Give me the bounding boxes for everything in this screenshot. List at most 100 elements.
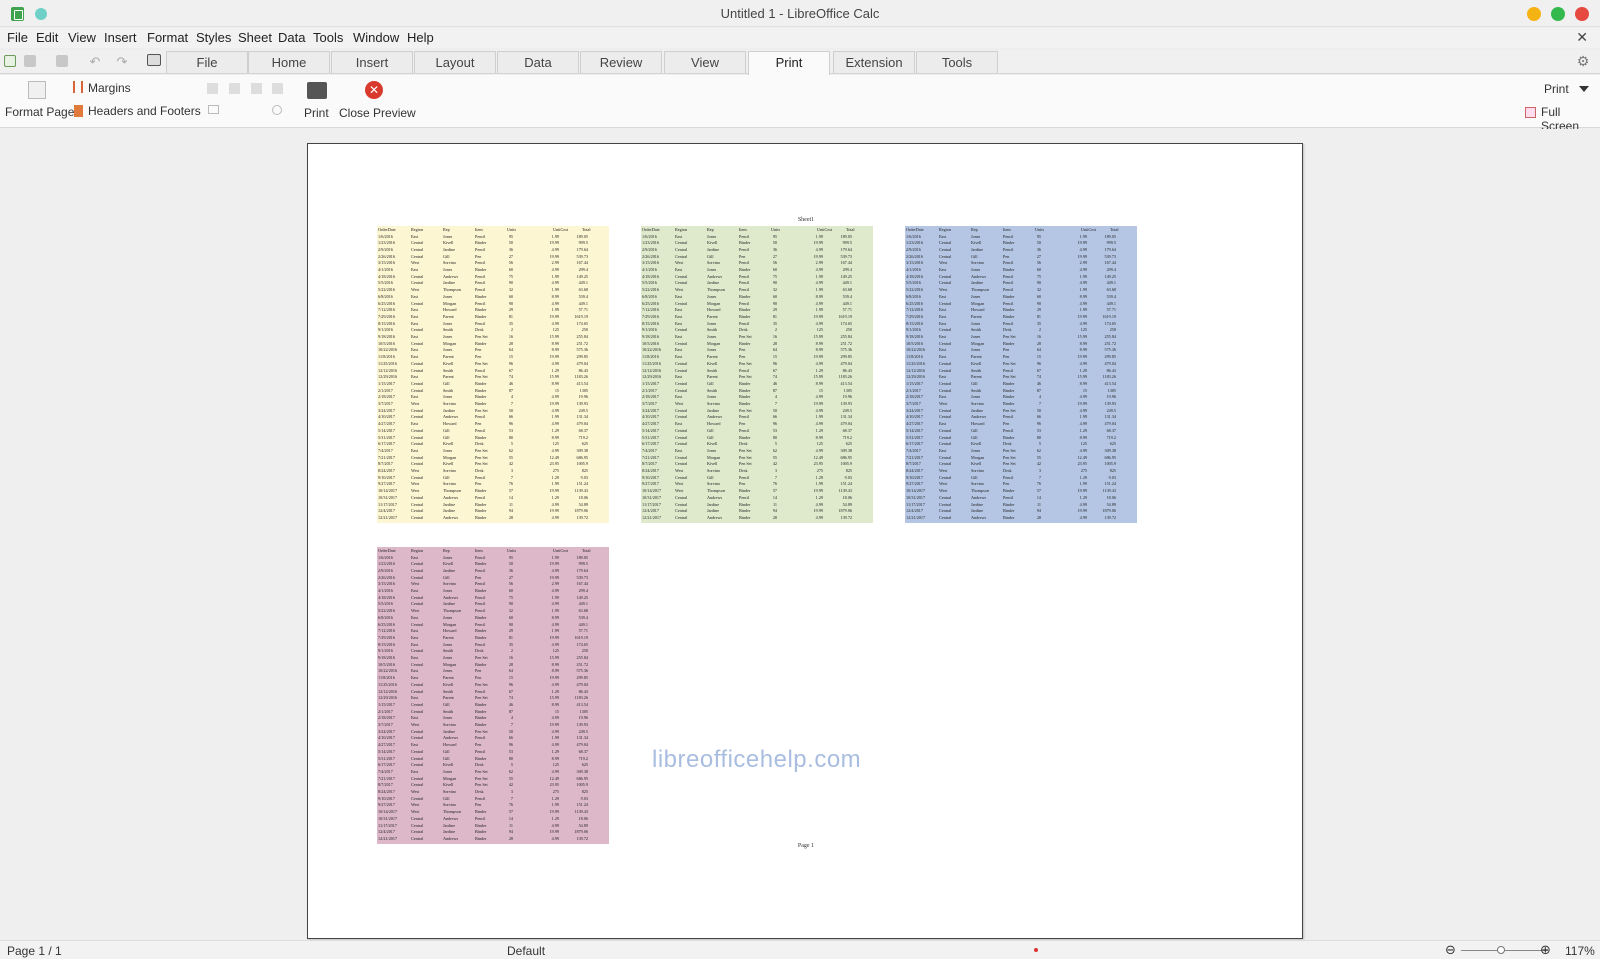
tab-tools[interactable]: Tools <box>916 51 998 73</box>
zoom-in-icon[interactable] <box>272 105 282 115</box>
close-preview-label[interactable]: Close Preview <box>339 106 416 120</box>
close-button[interactable] <box>1575 7 1589 21</box>
table-cell: 81 <box>772 313 777 319</box>
table-cell: Central <box>939 454 952 460</box>
menu-view[interactable]: View <box>68 30 96 45</box>
menu-sheet[interactable]: Sheet <box>238 30 272 45</box>
print-dropdown-label[interactable]: Print <box>1544 82 1569 96</box>
table-row: 10/31/2017 Central Andrews Pencil 14 1.29 18.0… <box>641 495 873 500</box>
table-cell: Jones <box>443 668 453 674</box>
table-cell: 4/27/2017 <box>378 421 395 427</box>
next-page-icon[interactable] <box>251 83 262 94</box>
zoom-out-icon[interactable] <box>208 105 219 114</box>
zoom-out-button[interactable]: ⊖ <box>1445 942 1456 958</box>
table-cell: Central <box>939 387 952 393</box>
menu-insert[interactable]: Insert <box>104 30 137 45</box>
table-cell: Parent <box>443 634 454 640</box>
table-cell: West <box>939 401 948 406</box>
printer-icon[interactable] <box>307 82 327 99</box>
tab-print[interactable]: Print <box>748 51 830 75</box>
table-cell: Binder <box>1003 240 1015 246</box>
table-cell: 50 <box>772 240 777 246</box>
first-page-icon[interactable] <box>207 83 218 94</box>
sidebar-toggle-icon[interactable] <box>4 55 16 67</box>
table-row: 5/31/2017 Central Gill Binder 80 8.99 719.2 <box>641 435 873 440</box>
format-page-label[interactable]: Format Page <box>5 105 74 119</box>
tab-insert[interactable]: Insert <box>331 51 413 73</box>
table-cell: 60 <box>508 267 513 272</box>
table-cell: 81 <box>508 634 513 640</box>
full-screen-icon[interactable] <box>1525 107 1536 118</box>
menu-edit[interactable]: Edit <box>36 30 58 45</box>
table-cell: 7/12/2016 <box>906 307 923 313</box>
table-row: 9/1/2016 Central Smith Desk 2 125 250 <box>377 327 609 332</box>
menu-help[interactable]: Help <box>407 30 434 45</box>
last-page-icon[interactable] <box>272 83 283 94</box>
zoom-in-button[interactable]: ⊕ <box>1540 942 1551 958</box>
menu-file[interactable]: File <box>7 30 28 45</box>
table-cell: 8/15/2016 <box>378 320 395 326</box>
table-cell: Central <box>939 474 952 480</box>
tab-file[interactable]: File <box>166 51 248 73</box>
maximize-button[interactable] <box>1551 7 1565 21</box>
menu-format[interactable]: Format <box>147 30 188 45</box>
tab-review[interactable]: Review <box>580 51 662 73</box>
table-cell: 6/25/2016 <box>906 300 923 306</box>
chevron-down-icon[interactable] <box>1579 86 1589 92</box>
settings-gear-icon[interactable]: ⚙ <box>1575 53 1591 69</box>
table-cell: Pencil <box>739 260 750 266</box>
page-indicator: Page 1 / 1 <box>7 944 62 958</box>
table-cell: 4 <box>510 394 513 400</box>
new-document-icon[interactable] <box>24 55 36 67</box>
table-cell: 60 <box>1036 293 1041 299</box>
undo-icon[interactable]: ↶ <box>88 54 102 69</box>
headers-footers-label[interactable]: Headers and Footers <box>88 104 201 118</box>
menu-window[interactable]: Window <box>353 30 399 45</box>
table-cell: Central <box>675 380 688 386</box>
table-cell: Jones <box>443 447 453 453</box>
tab-layout[interactable]: Layout <box>414 51 496 73</box>
table-cell: 1.99 <box>1079 414 1087 420</box>
tab-home[interactable]: Home <box>248 51 330 73</box>
margins-icon[interactable] <box>73 81 83 93</box>
table-cell: Kivell <box>707 360 718 366</box>
close-document-icon[interactable]: ✕ <box>1576 29 1588 46</box>
tab-view[interactable]: View <box>664 51 746 73</box>
table-row: 4/18/2016 Central Andrews Pencil 75 1.99 149.2… <box>377 595 609 600</box>
tab-data[interactable]: Data <box>497 51 579 73</box>
table-cell: Pencil <box>739 320 750 326</box>
table-cell: 87 <box>508 708 513 714</box>
table-cell: 11/25/2016 <box>378 360 397 366</box>
print-label[interactable]: Print <box>304 106 329 120</box>
redo-icon[interactable]: ↷ <box>115 54 129 69</box>
table-cell: Central <box>939 327 952 333</box>
print-quick-icon[interactable] <box>147 54 161 66</box>
zoom-level[interactable]: 117% <box>1565 944 1595 958</box>
close-preview-icon[interactable]: ✕ <box>365 81 383 99</box>
table-cell: 719.2 <box>842 434 852 440</box>
menu-data[interactable]: Data <box>278 30 305 45</box>
table-cell: 9/27/2017 <box>378 481 395 487</box>
tab-extension[interactable]: Extension <box>833 51 915 73</box>
save-icon[interactable] <box>56 55 68 67</box>
format-page-icon[interactable] <box>28 81 46 99</box>
menu-tools[interactable]: Tools <box>313 30 343 45</box>
table-cell: East <box>675 313 683 319</box>
table-cell: 11/25/2016 <box>642 360 661 366</box>
table-cell: Central <box>411 514 424 520</box>
table-cell: 1.29 <box>815 494 823 500</box>
zoom-slider-knob[interactable] <box>1497 946 1505 954</box>
table-cell: 36 <box>508 567 513 573</box>
table-cell: 1/23/2016 <box>642 240 659 246</box>
margins-label[interactable]: Margins <box>88 81 131 95</box>
previous-page-icon[interactable] <box>229 83 240 94</box>
table-cell: Jones <box>443 715 453 721</box>
table-cell: Pencil <box>1003 280 1014 286</box>
minimize-button[interactable] <box>1527 7 1541 21</box>
page-style[interactable]: Default <box>507 944 545 958</box>
table-cell: Central <box>411 508 424 514</box>
table-cell: East <box>939 447 947 453</box>
table-cell: 4.99 <box>551 621 559 627</box>
menu-styles[interactable]: Styles <box>196 30 231 45</box>
headers-footers-icon[interactable] <box>74 105 83 117</box>
